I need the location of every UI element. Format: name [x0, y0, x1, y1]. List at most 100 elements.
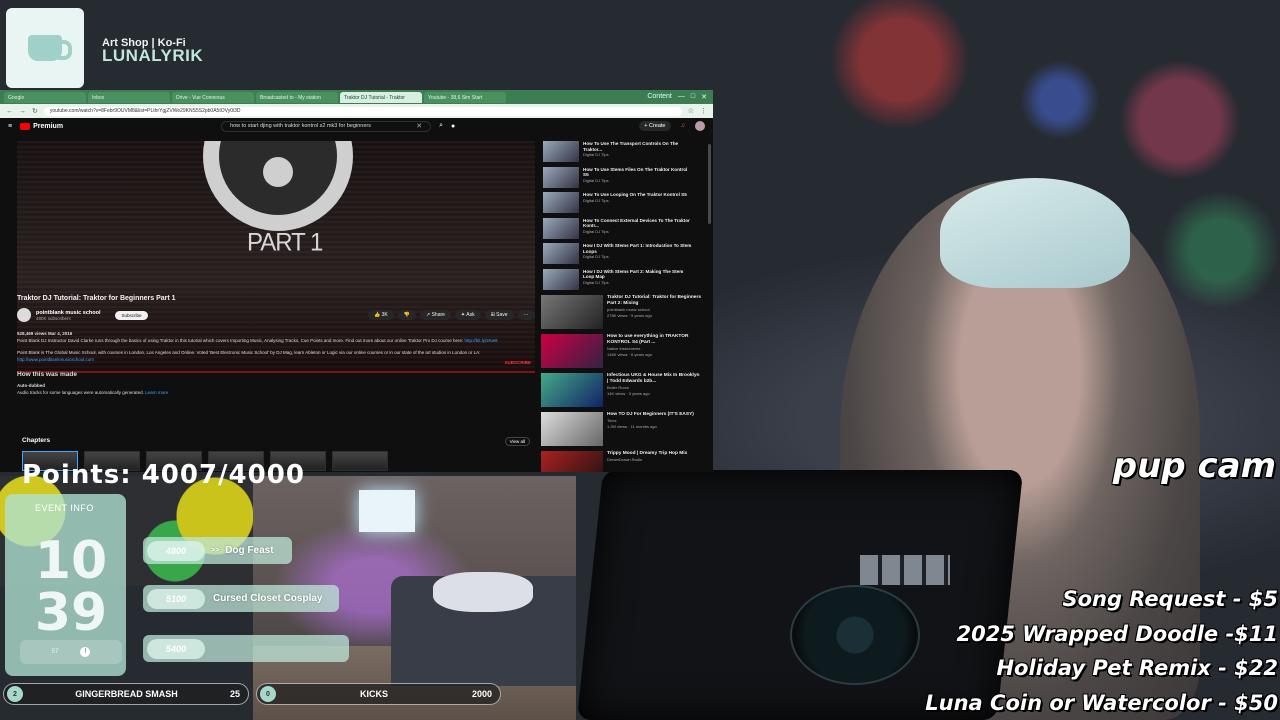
related-video[interactable]: Traktor DJ Tutorial: Traktor for Beginne…: [541, 295, 701, 334]
menu-icon[interactable]: ⋮: [700, 107, 707, 115]
event-number-bottom: 39: [34, 583, 108, 643]
minimize-icon[interactable]: —: [678, 93, 685, 101]
playlist-item[interactable]: How I DJ With Stems Part 2: Making The S…: [543, 268, 693, 295]
content-button[interactable]: Content: [647, 93, 672, 101]
playlist-channel: Digital DJ Tips: [583, 197, 609, 203]
related-meta: 14K views · 3 years ago: [607, 390, 650, 396]
search-icon[interactable]: ⌕: [439, 122, 443, 130]
share-button[interactable]: ↗ Share: [419, 310, 451, 320]
close-icon[interactable]: ✕: [701, 93, 707, 101]
goal-item: 4800 >> Dog Feast: [143, 537, 292, 564]
channel-name[interactable]: pointblank music school: [36, 310, 100, 316]
browser-tab[interactable]: Drive - Vue Connexus: [172, 91, 254, 103]
room-tv: [359, 490, 415, 532]
related-title: Infectious UKG & House Mix In Brooklyn |…: [607, 373, 700, 384]
chapters-header: Chapters View all: [22, 437, 530, 446]
related-meta: 146K views · 6 years ago: [607, 351, 652, 357]
goal-item: 5100 Cursed Closet Cosplay: [143, 585, 339, 612]
price-item: Song Request - $5: [1062, 587, 1278, 611]
auto-dub-label: Auto-dubbed: [17, 383, 45, 388]
related-thumb: [541, 334, 603, 368]
playlist-title: How I DJ With Stems Part 1: Introduction…: [583, 243, 692, 254]
desc-link[interactable]: http://bit.ly/2Kw9: [464, 338, 497, 343]
goal-item: 5400: [143, 635, 349, 662]
playlist-item[interactable]: How I DJ With Stems Part 1: Introduction…: [543, 243, 693, 269]
hamburger-icon[interactable]: ≡: [8, 123, 12, 130]
event-info-footer: 57 !: [20, 640, 122, 664]
playlist-item[interactable]: How To Use Looping On The Traktor Kontro…: [543, 192, 693, 218]
chapter-thumb[interactable]: [332, 451, 388, 471]
related-title: Traktor DJ Tutorial: Traktor for Beginne…: [607, 295, 702, 306]
playlist-thumb: [543, 268, 579, 290]
video-actions: 👍 3K 👎 ↗ Share ✦ Ask ⊞ Save ···: [368, 310, 535, 320]
related-thumb: [541, 373, 603, 407]
goal-name: Dog Feast: [225, 545, 274, 556]
maximize-icon[interactable]: □: [691, 93, 695, 101]
related-meta: 278K views · 9 years ago: [607, 312, 652, 318]
related-video[interactable]: How to use everything in TRAKTOR KONTROL…: [541, 334, 701, 373]
back-icon[interactable]: ←: [6, 108, 13, 115]
ask-button[interactable]: ✦ Ask: [454, 310, 481, 320]
channel-avatar[interactable]: [17, 308, 31, 322]
browser-tab[interactable]: Inbox: [88, 91, 170, 103]
price-item: 2025 Wrapped Doodle -$11: [956, 621, 1279, 646]
learn-more-link[interactable]: Learn more: [145, 390, 168, 395]
bookmark-icon[interactable]: ☆: [688, 107, 694, 115]
subscribe-button[interactable]: Subscribe: [115, 310, 148, 320]
video-description: 528,469 views Mar 4, 2016 Point Blank DJ…: [17, 330, 535, 470]
youtube-header: ≡ Premium how to start djing with trakto…: [0, 118, 713, 134]
bar-bubble: 2: [7, 686, 23, 702]
channel-row: pointblank music school 480K subscribers…: [17, 308, 148, 322]
reload-icon[interactable]: ↻: [32, 107, 38, 115]
related-video[interactable]: Infectious UKG & House Mix In Brooklyn |…: [541, 373, 701, 412]
playlist-thumb: [543, 217, 579, 239]
progress-bar-gingerbread: 2 GINGERBREAD SMASH 25: [3, 683, 249, 705]
notifications-icon[interactable]: ♫: [681, 123, 686, 129]
event-info-label: EVENT INFO: [35, 503, 94, 513]
forward-icon[interactable]: →: [19, 108, 26, 115]
clear-icon[interactable]: ✕: [416, 122, 422, 130]
goal-cost: 4800: [147, 540, 205, 561]
browser-window: Google Inbox Drive - Vue Connexus Broadc…: [0, 90, 713, 472]
playlist-scrollbar[interactable]: [708, 144, 711, 224]
related-video[interactable]: How TO DJ For Beginners (IT'S EASY) Tinez…: [541, 412, 701, 451]
bar-value: 2000: [471, 689, 492, 699]
playlist-item[interactable]: How To Use Stems Files On The Traktor Ko…: [543, 166, 693, 193]
browser-tab[interactable]: Broadcasted to - My station: [256, 91, 338, 103]
create-button[interactable]: + Create: [639, 121, 671, 131]
desc-link[interactable]: http://www.pointblankmusicschool.com: [17, 357, 94, 362]
playlist-thumb: [543, 141, 579, 162]
search-input[interactable]: how to start djing with traktor kontrol …: [221, 120, 432, 132]
kofi-badge[interactable]: [6, 8, 84, 88]
related-thumb: [541, 412, 603, 446]
youtube-logo[interactable]: Premium: [20, 122, 63, 130]
related-channel: DreamDrawn Radio: [607, 457, 643, 462]
browser-tab-active[interactable]: Traktor DJ Tutorial - Traktor: [340, 91, 422, 103]
more-button[interactable]: ···: [517, 310, 535, 320]
address-bar: ← → ↻ youtube.com/watch?v=8Febr9OUVM8&li…: [0, 104, 713, 118]
chapters-title: Chapters: [22, 437, 51, 444]
view-all-button[interactable]: View all: [504, 437, 530, 446]
dislike-button[interactable]: 👎: [397, 310, 416, 320]
related-video[interactable]: Trippy Mood | Dreamy Trip Hop Mix DreamDr…: [541, 451, 701, 472]
playlist-panel: How To Use The Transport Controls On The…: [543, 141, 693, 291]
price-item: Luna Coin or Watercolor - $50: [925, 690, 1278, 715]
browser-tabbar: Google Inbox Drive - Vue Connexus Broadc…: [0, 90, 713, 104]
like-button[interactable]: 👍 3K: [368, 310, 394, 320]
save-button[interactable]: ⊞ Save: [484, 310, 514, 320]
channel-subs: 480K subscribers: [36, 315, 71, 321]
dj-performance-pads: [860, 555, 950, 585]
browser-tab[interactable]: Youtube - 38,6 Sim Start: [424, 91, 506, 103]
mic-icon[interactable]: ●: [451, 123, 455, 130]
bar-value: 25: [229, 689, 240, 699]
url-field[interactable]: youtube.com/watch?v=8Febr9OUVM8&list=PLt…: [43, 106, 682, 116]
avatar[interactable]: [695, 121, 705, 131]
related-meta: 1.2M views · 11 months ago: [607, 423, 657, 429]
browser-tab[interactable]: Google: [4, 91, 86, 103]
goal-cost: 5400: [147, 638, 205, 659]
playlist-item[interactable]: How To Use The Transport Controls On The…: [543, 141, 693, 167]
kofi-name: LUNALYRIK: [102, 46, 204, 65]
room-blanket: [433, 572, 533, 612]
playlist-item[interactable]: How To Connect External Devices To The T…: [543, 217, 693, 244]
related-thumb: [541, 451, 603, 472]
